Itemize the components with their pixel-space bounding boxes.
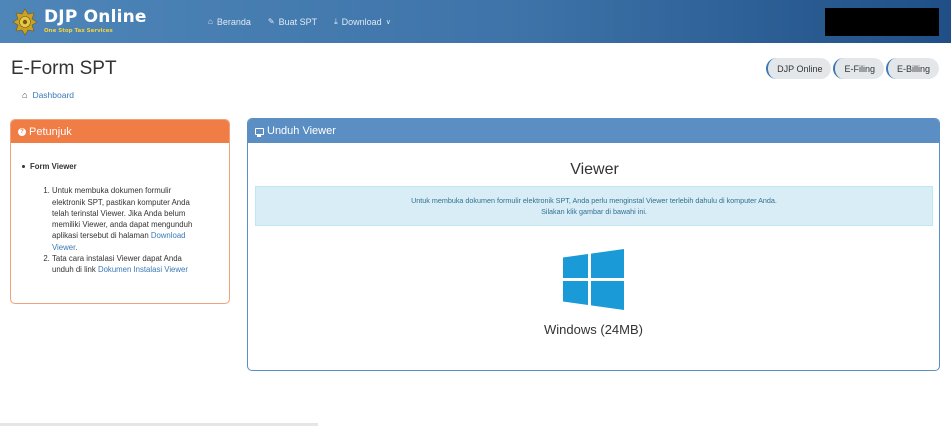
petunjuk-panel: ? Petunjuk Form Viewer Untuk membuka dok… (10, 119, 230, 304)
unduh-viewer-panel: Unduh Viewer Viewer Untuk membuka dokume… (247, 118, 940, 371)
unduh-viewer-header: Unduh Viewer (248, 119, 939, 143)
brand-title: DJP Online (44, 7, 147, 28)
nav-beranda-label: Beranda (216, 16, 251, 27)
pill-e-filing[interactable]: E-Filing (833, 58, 884, 79)
unduh-viewer-title: Unduh Viewer (267, 125, 336, 137)
page-title: E-Form SPT (11, 58, 117, 79)
edit-icon: ✎ (267, 17, 275, 26)
info-line-1: Untuk membuka dokumen formulir elektroni… (411, 196, 777, 205)
bullet-icon (22, 165, 25, 169)
home-icon: ⌂ (22, 90, 28, 100)
brand[interactable]: DJP Online One Stop Tax Services (12, 6, 147, 38)
download-icon: ⤓ (334, 16, 338, 26)
nav-buat-spt-label: Buat SPT (278, 16, 318, 27)
nav-menu: ⌂ Beranda ✎ Buat SPT ⤓ Download ∨ (208, 0, 408, 43)
question-circle-icon: ? (18, 127, 26, 136)
petunjuk-header: ? Petunjuk (11, 120, 229, 143)
chevron-down-icon: ∨ (385, 18, 391, 26)
pill-e-billing[interactable]: E-Billing (885, 58, 939, 79)
petunjuk-body: Form Viewer Untuk membuka dokumen formul… (11, 143, 229, 276)
viewer-heading: Viewer (570, 161, 619, 178)
brand-subtitle: One Stop Tax Services (44, 28, 113, 35)
top-navbar: DJP Online One Stop Tax Services ⌂ Beran… (0, 0, 951, 43)
info-alert: Untuk membuka dokumen formulir elektroni… (255, 186, 933, 226)
service-pills: DJP Online E-Filing E-Billing (764, 58, 939, 79)
djp-emblem-icon (12, 8, 38, 36)
info-line-2: Silakan klik gambar di bawahi ini. (541, 207, 647, 216)
form-viewer-label: Form Viewer (30, 162, 77, 171)
petunjuk-title: Petunjuk (29, 125, 72, 138)
nav-buat-spt[interactable]: ✎ Buat SPT (268, 17, 317, 27)
pill-djp-online[interactable]: DJP Online (766, 58, 832, 79)
instruction-step-1: Untuk membuka dokumen formulir elektroni… (52, 185, 202, 253)
windows-download-label: Windows (24MB) (544, 322, 643, 337)
nav-beranda[interactable]: ⌂ Beranda (208, 17, 251, 27)
dokumen-instalasi-link[interactable]: Dokumen Instalasi Viewer (98, 265, 188, 274)
instruction-list: Untuk membuka dokumen formulir elektroni… (42, 185, 202, 275)
windows-logo-icon (563, 249, 624, 310)
breadcrumb: ⌂ Dashboard (22, 90, 74, 100)
step-1-end: . (75, 242, 78, 252)
home-icon: ⌂ (208, 17, 213, 26)
form-viewer-item: Form Viewer (22, 161, 219, 172)
nav-download-label: Download (341, 16, 382, 27)
monitor-icon (255, 127, 264, 137)
breadcrumb-dashboard-link[interactable]: Dashboard (32, 90, 74, 100)
nav-download[interactable]: ⤓ Download ∨ (334, 17, 391, 27)
instruction-step-2: Tata cara instalasi Viewer dapat Anda un… (52, 253, 202, 276)
user-account-box[interactable] (825, 8, 939, 36)
